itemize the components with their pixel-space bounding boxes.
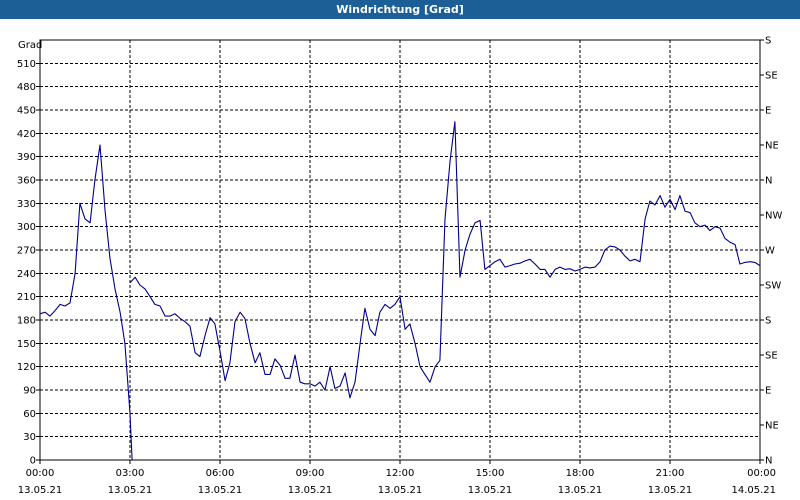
y-tick-label: 90 [23, 386, 36, 397]
x-tick-date: 13.05.21 [468, 485, 513, 496]
right-tick-label: N [765, 176, 772, 187]
right-tick-label: E [765, 386, 771, 397]
y-tick-label: 510 [17, 59, 36, 70]
right-axis-ticks: N NE E SE S SW W NW N NE E SE S [760, 36, 782, 467]
x-tick-time: 00:00 [747, 468, 776, 479]
x-tick-time: 18:00 [566, 468, 595, 479]
x-tick-date: 13.05.21 [198, 485, 243, 496]
chart-plot: Grad 0 30 60 90 120 150 180 210 240 270 300 330 360 3… [17, 36, 783, 497]
right-tick-label: SE [765, 71, 778, 82]
right-tick-label: SW [765, 281, 781, 292]
x-tick-date: 13.05.21 [648, 485, 693, 496]
right-tick-label: N [765, 456, 772, 467]
series-line-1 [40, 144, 133, 460]
y-tick-label: 0 [30, 456, 36, 467]
right-tick-label: W [765, 246, 775, 257]
right-tick-label: NE [765, 421, 779, 432]
right-tick-label: S [765, 36, 771, 47]
x-axis-ticks: 00:00 13.05.21 03:00 13.05.21 06:00 13.05.21 0… [18, 460, 776, 496]
y-tick-label: 390 [17, 152, 36, 163]
y-tick-label: 150 [17, 339, 36, 350]
x-tick-time: 03:00 [116, 468, 145, 479]
x-tick-time: 09:00 [296, 468, 325, 479]
series-line-2 [129, 121, 760, 399]
x-tick-date: 14.05.21 [731, 485, 776, 496]
x-tick-time: 15:00 [476, 468, 505, 479]
right-tick-label: NW [765, 211, 782, 222]
y-tick-label: 60 [23, 409, 36, 420]
y-tick-label: 180 [17, 316, 36, 327]
x-tick-date: 13.05.21 [108, 485, 153, 496]
x-tick-time: 00:00 [26, 468, 55, 479]
y-tick-label: 270 [17, 246, 36, 257]
x-tick-date: 13.05.21 [18, 485, 63, 496]
y-axis-ticks: 0 30 60 90 120 150 180 210 240 270 300 330 360 390 420… [17, 59, 40, 467]
right-tick-label: SE [765, 351, 778, 362]
x-tick-date: 13.05.21 [378, 485, 423, 496]
right-tick-label: E [765, 106, 771, 117]
right-tick-label: NE [765, 141, 779, 152]
y-tick-label: 210 [17, 292, 36, 303]
x-tick-date: 13.05.21 [558, 485, 603, 496]
y-tick-label: 330 [17, 199, 36, 210]
y-tick-label: 450 [17, 106, 36, 117]
y-tick-label: 480 [17, 82, 36, 93]
y-tick-label: 240 [17, 269, 36, 280]
y-tick-label: 120 [17, 362, 36, 373]
y-axis-label: Grad [18, 40, 42, 51]
y-tick-label: 360 [17, 176, 36, 187]
x-tick-time: 21:00 [656, 468, 685, 479]
grid [40, 40, 760, 460]
x-tick-time: 12:00 [386, 468, 415, 479]
y-tick-label: 300 [17, 222, 36, 233]
y-tick-label: 30 [23, 432, 36, 443]
x-tick-date: 13.05.21 [288, 485, 333, 496]
series-lines [40, 121, 760, 460]
right-tick-label: S [765, 316, 771, 327]
y-tick-label: 420 [17, 129, 36, 140]
x-tick-time: 06:00 [206, 468, 235, 479]
